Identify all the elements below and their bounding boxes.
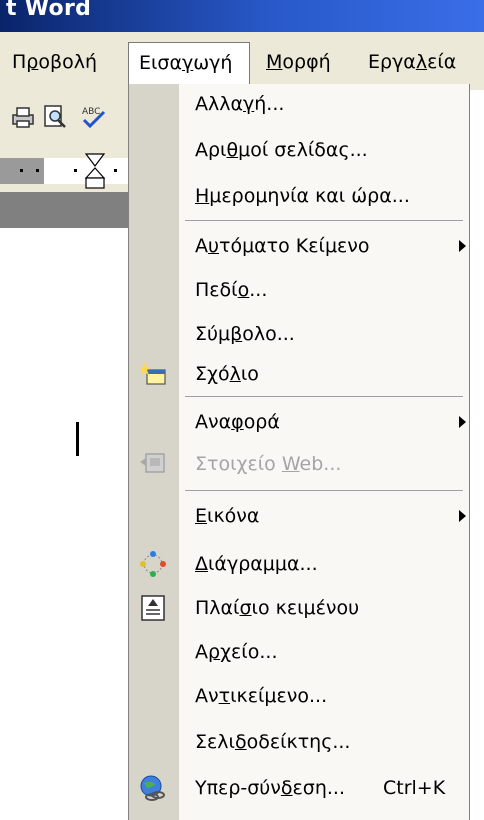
text-cursor	[76, 422, 79, 456]
workspace-band	[0, 192, 134, 228]
menu-item-date-time[interactable]: Ημερομηνία και ώρα...	[129, 176, 469, 216]
window-title: t Word	[6, 0, 92, 21]
comment-icon	[138, 360, 168, 388]
document-area[interactable]	[0, 228, 134, 820]
insert-menu: Αλλαγή... Αριθμοί σελίδας... Ημερομηνία …	[128, 84, 470, 820]
web-component-icon	[138, 450, 168, 478]
menu-item-symbol[interactable]: Σύμβολο...	[129, 314, 469, 354]
menu-item-text-box[interactable]: Πλαίσιο κειμένου	[129, 588, 469, 628]
ruler	[0, 152, 134, 192]
menu-item-hyperlink[interactable]: Υπερ-σύνδεση... Ctrl+K	[129, 768, 469, 808]
menu-item-break[interactable]: Αλλαγή...	[129, 84, 469, 124]
text-box-icon	[138, 594, 168, 622]
print-icon[interactable]	[10, 104, 36, 130]
submenu-arrow-icon	[459, 240, 466, 252]
hyperlink-icon	[138, 774, 168, 802]
menu-bar: Προβολή Εισαγωγή Μορφή Εργαλεία	[0, 32, 484, 90]
spelling-icon[interactable]: ABC	[80, 104, 120, 130]
menu-item-web-component[interactable]: Στοιχείο Web...	[129, 444, 469, 484]
shortcut-ctrl-k: Ctrl+K	[383, 777, 446, 799]
standard-toolbar: ABC	[0, 90, 134, 152]
menu-item-diagram[interactable]: Διάγραμμα...	[129, 544, 469, 584]
diagram-icon	[138, 550, 168, 578]
menu-item-field[interactable]: Πεδίο...	[129, 270, 469, 310]
submenu-arrow-icon	[459, 416, 466, 428]
submenu-arrow-icon	[459, 510, 466, 522]
menu-item-page-numbers[interactable]: Αριθμοί σελίδας...	[129, 130, 469, 170]
menu-item-reference[interactable]: Αναφορά	[129, 402, 469, 442]
menu-format[interactable]: Μορφή	[256, 46, 341, 78]
menu-item-file[interactable]: Αρχείο...	[129, 632, 469, 672]
menu-item-bookmark[interactable]: Σελιδοδείκτης...	[129, 722, 469, 762]
title-bar: t Word	[0, 0, 484, 32]
menu-tools[interactable]: Εργαλεία	[358, 46, 466, 78]
menu-view[interactable]: Προβολή	[2, 46, 107, 78]
menu-item-autotext[interactable]: Αυτόματο Κείμενο	[129, 226, 469, 266]
menu-item-comment[interactable]: Σχόλιο	[129, 354, 469, 394]
indent-marker[interactable]	[84, 152, 106, 192]
svg-text:ABC: ABC	[82, 107, 100, 117]
print-preview-icon[interactable]	[42, 104, 68, 130]
menu-item-object[interactable]: Αντικείμενο...	[129, 676, 469, 716]
menu-item-picture[interactable]: Εικόνα	[129, 496, 469, 536]
menu-insert[interactable]: Εισαγωγή	[128, 42, 250, 90]
